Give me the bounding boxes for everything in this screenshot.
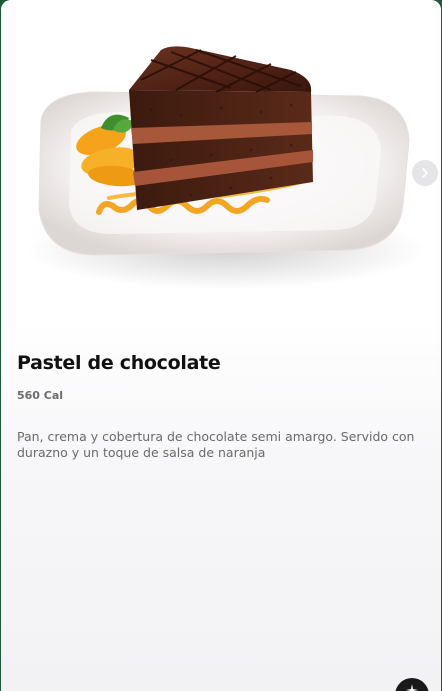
sparkle-icon [406,684,418,691]
assistant-button[interactable] [395,678,429,691]
product-description: Pan, crema y cobertura de chocolate semi… [17,429,415,460]
cake-photo [26,46,426,290]
product-calories: 560 Cal [17,389,64,402]
product-image [1,0,441,330]
product-card: Pastel de chocolate 560 Cal Pan, crema y… [1,0,441,691]
product-title: Pastel de chocolate [17,352,221,374]
chevron-right-icon [422,168,428,178]
carousel-next-button[interactable] [412,160,438,186]
